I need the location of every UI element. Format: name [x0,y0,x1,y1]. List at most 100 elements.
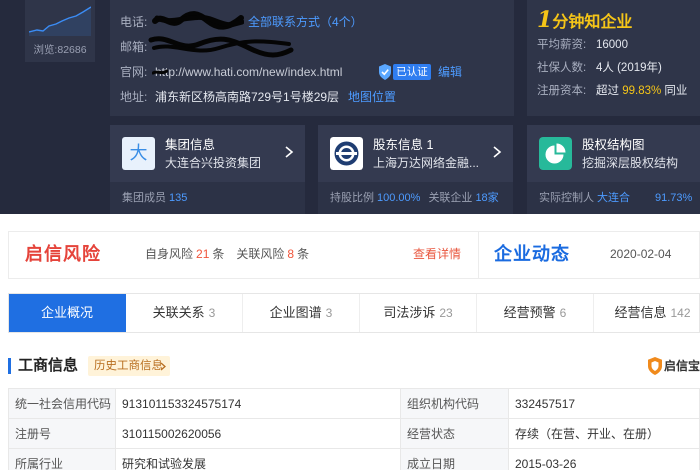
capital-suffix: 同业 [664,85,688,97]
chevron-right-icon [493,146,502,158]
group-icon: 大 [122,137,155,170]
website-row: 官网: http://www.hati.com/new/index.html 已… [110,63,514,81]
self-risk-label: 自身风险 [145,247,194,261]
tab-label: 企业概况 [40,305,93,320]
quick-profile-panel: 1分钟知企业 平均薪资: 16000 社保人数: 4人 (2019年) 注册资本… [527,0,700,116]
shareholder-title-text: 股东信息 [373,138,424,152]
tab-label: 关联关系 [152,305,205,320]
map-location-link[interactable]: 地图位置 [348,88,396,106]
table-label-cell: 统一社会信用代码 [9,389,116,419]
related-risk-label: 关联风险 [236,247,285,261]
actual-controller-name[interactable]: 大连合 [597,192,630,204]
tab-count: 3 [208,306,216,320]
group-info-title: 集团信息 [165,138,216,152]
chevron-right-icon [160,362,166,371]
quick-profile-title: 1分钟知企业 [537,7,632,33]
avg-salary-row: 平均薪资: 16000 [537,37,697,53]
email-row: 邮箱: [110,36,514,58]
risk-logo: 启信风险 [25,244,101,264]
brand-name: 启信宝 [664,359,700,373]
insured-count-label: 社保人数: [537,62,587,74]
all-contacts-link[interactable]: 全部联系方式（4个） [248,13,363,31]
views-count: 浏览:82686 [25,43,95,57]
capital-percent: 99.83% [622,85,662,97]
phone-label: 电话: [120,15,148,29]
tab-overview[interactable]: 企业概况 [9,294,126,332]
verified-badge: 已认证 [393,64,431,80]
brand-logo: 启信宝 [648,355,700,377]
tab-relations[interactable]: 关联关系 3 [126,294,243,332]
shareholder-info-card[interactable]: 股东信息 1 上海万达网络金融... 持股比例 100.00% 关联企业 18家 [318,125,513,214]
business-info-header: 工商信息 历史工商信息 启信宝 [8,353,700,379]
table-label-cell: 成立日期 [401,449,509,470]
tab-business-warnings[interactable]: 经营预警 6 [477,294,594,332]
tab-legal[interactable]: 司法涉诉 23 [360,294,477,332]
self-risk-unit: 条 [212,247,225,261]
company-header-panel: 浏览:82686 电话: 全部联系方式（4个） 邮箱: 官网: http://w… [0,0,700,214]
risk-dynamics-bar: 启信风险 自身风险 21 条关联风险 8 条 查看详情 企业动态 2020-02-04 [8,231,700,279]
redaction-scribble [148,36,294,58]
self-risk-count: 21 [196,247,210,261]
holding-ratio-value: 100.00% [377,192,421,204]
trend-sparkline-icon [29,6,91,36]
table-value-cell: 913101153324575174 [116,389,401,419]
redaction-scribble [152,69,168,75]
tab-company-graph[interactable]: 企业图谱 3 [243,294,360,332]
tab-business-info[interactable]: 经营信息 142 [594,294,699,332]
equity-structure-subtitle: 挖掘深层股权结构 [582,156,679,170]
actual-controller-label: 实际控制人 [539,192,594,204]
table-value-cell: 研究和试验发展 [116,449,401,470]
table-value-cell: 存续（在营、开业、在册） [509,419,700,449]
website-link[interactable]: http://www.hati.com/new/index.html [155,63,342,81]
avg-salary-label: 平均薪资: [537,39,587,51]
group-members-stat: 集团成员 135 [110,182,305,214]
quick-profile-title-text: 分钟知企业 [552,14,633,31]
company-news-logo[interactable]: 企业动态 [494,243,570,265]
table-label-cell: 组织机构代码 [401,389,509,419]
shield-logo-icon [648,357,662,375]
tab-count: 23 [439,306,453,320]
history-link-label: 历史工商信息 [94,360,163,372]
views-trend-card[interactable]: 浏览:82686 [25,0,95,62]
holding-ratio-label: 持股比例 [330,192,374,204]
tab-label: 司法涉诉 [383,305,436,320]
redaction-scribble [152,11,244,30]
section-accent-bar [8,358,11,374]
actual-controller-stat: 实际控制人 大连合 91.73% [527,182,700,214]
shareholder-info-title: 股东信息 1 [373,136,433,154]
related-risk-unit: 条 [297,247,310,261]
history-business-info-link[interactable]: 历史工商信息 [88,356,170,376]
company-news-date: 2020-02-04 [610,247,672,261]
tab-label: 经营预警 [503,305,556,320]
tab-label: 企业图谱 [269,305,322,320]
registered-capital-value: 超过 99.83% 同业 [596,83,687,99]
shareholder-logo-icon [330,137,363,170]
tab-count: 6 [559,306,567,320]
related-companies-value: 18家 [475,192,499,204]
section-title: 工商信息 [18,357,79,374]
registered-capital-row: 注册资本: 超过 99.83% 同业 [537,83,697,99]
group-members-value: 135 [169,192,188,204]
chevron-right-icon [285,146,294,158]
table-value-cell: 310115002620056 [116,419,401,449]
group-members-label: 集团成员 [122,192,166,204]
business-info-table: 统一社会信用代码 913101153324575174 组织机构代码 33245… [8,388,700,470]
view-details-link[interactable]: 查看详情 [413,245,461,263]
tab-count: 142 [670,306,691,320]
registered-capital-label: 注册资本: [537,85,587,97]
shareholder-stats: 持股比例 100.00% 关联企业 18家 [318,182,513,214]
views-value: 82686 [57,44,87,56]
table-row: 统一社会信用代码 913101153324575174 组织机构代码 33245… [9,389,700,419]
tab-count: 3 [325,306,333,320]
table-label-cell: 注册号 [9,419,116,449]
group-info-card[interactable]: 大 集团信息 大连合兴投资集团 集团成员 135 [110,125,305,214]
shield-check-icon [379,64,391,80]
capital-prefix: 超过 [596,85,619,97]
actual-controller-percent: 91.73% [655,192,693,204]
email-label: 邮箱: [120,40,148,54]
equity-structure-title: 股权结构图 [582,138,645,152]
equity-structure-card[interactable]: 股权结构图 挖掘深层股权结构 实际控制人 大连合 91.73% [527,125,700,214]
pie-chart-icon [539,137,572,170]
avg-salary-value: 16000 [596,39,628,51]
edit-link[interactable]: 编辑 [438,63,462,81]
